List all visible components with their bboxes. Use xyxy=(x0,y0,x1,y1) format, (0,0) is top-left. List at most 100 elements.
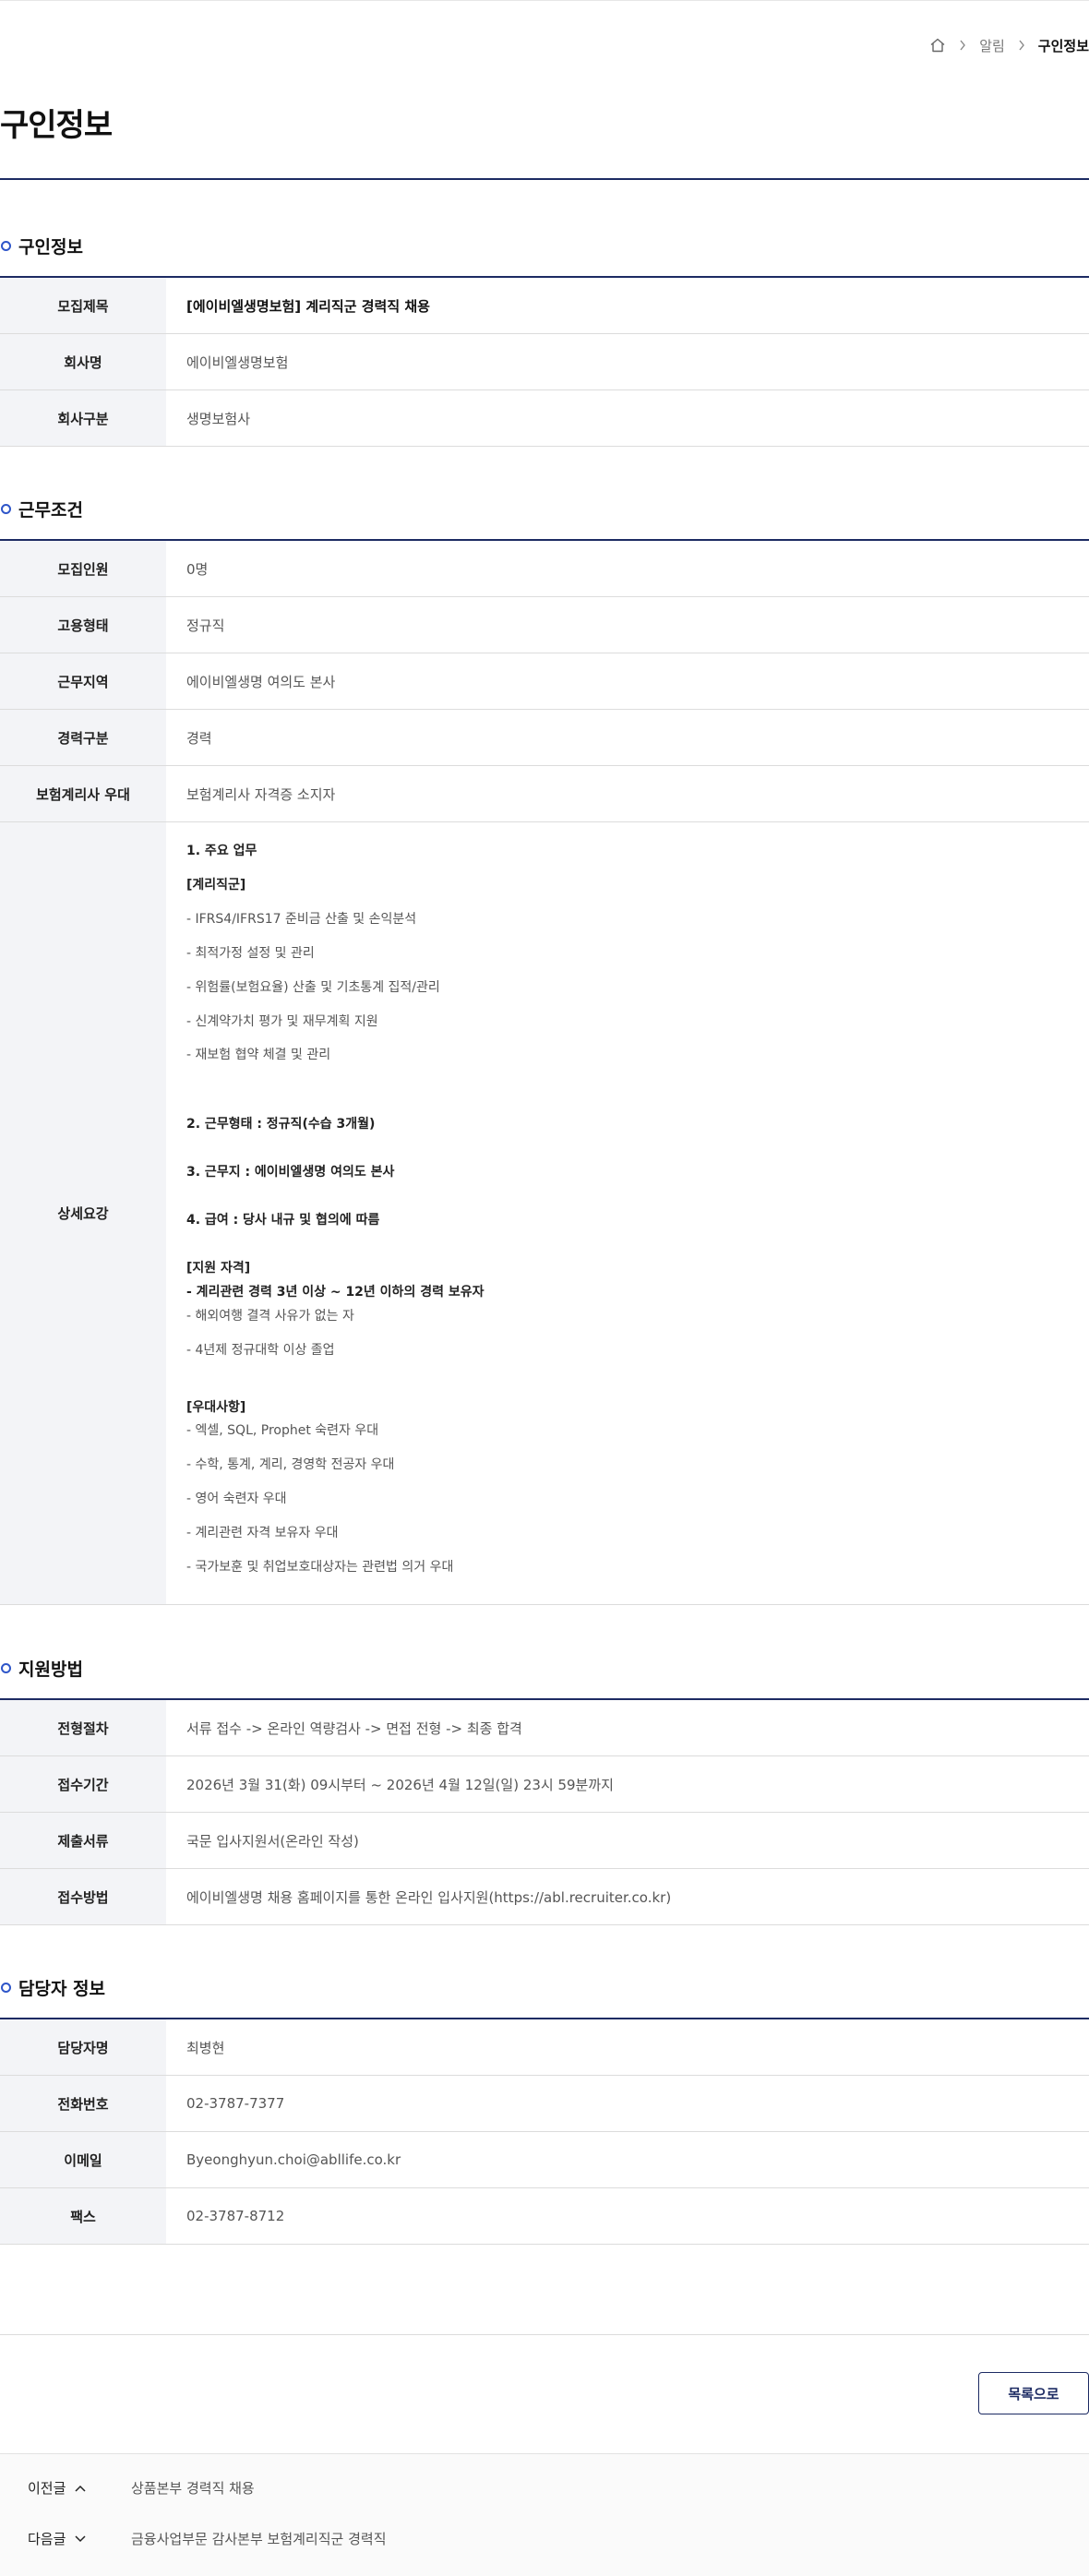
section-title: 근무조건 xyxy=(18,499,83,521)
row-value: 서류 접수 -> 온라인 역량검사 -> 면접 전형 -> 최종 합격 xyxy=(186,1719,522,1737)
job-info-section: 구인정보 모집제목 [에이비엘생명보험] 계리직군 경력직 채용 회사명 에이비… xyxy=(0,231,1089,447)
detail-line: - 신계약가치 평가 및 재무계획 지원 xyxy=(186,1013,378,1029)
section-title: 구인정보 xyxy=(18,236,83,258)
footer-divider xyxy=(0,2334,1089,2335)
chevron-right-icon xyxy=(1016,39,1027,52)
bullet-icon xyxy=(1,1662,11,1673)
detail-line: 2. 근무형태 : 정규직(수습 3개월) xyxy=(186,1117,376,1132)
chevron-right-icon xyxy=(957,39,968,52)
row-label: 제출서류 xyxy=(0,1813,166,1868)
row-label: 회사구분 xyxy=(0,390,166,446)
prev-post-title[interactable]: 상품본부 경력직 채용 xyxy=(131,2478,255,2498)
section-title: 지원방법 xyxy=(18,1659,83,1680)
row-value: 에이비엘생명 채용 홈페이지를 통한 온라인 입사지원(https://abl.… xyxy=(186,1888,672,1906)
detail-line: - 최적가정 설정 및 관리 xyxy=(186,945,315,961)
chevron-up-icon xyxy=(75,2479,86,2496)
table-row: 회사명 에이비엘생명보험 xyxy=(0,334,1089,390)
detail-line: 3. 근무지 : 에이비엘생명 여의도 본사 xyxy=(186,1165,395,1180)
detail-line: - 수학, 통계, 계리, 경영학 전공자 우대 xyxy=(186,1457,395,1473)
row-label: 전화번호 xyxy=(0,2076,166,2131)
row-value: [에이비엘생명보험] 계리직군 경력직 채용 xyxy=(186,297,430,315)
table-row: 모집제목 [에이비엘생명보험] 계리직군 경력직 채용 xyxy=(0,278,1089,334)
breadcrumb-item-current: 구인정보 xyxy=(1037,37,1089,54)
prev-post-label: 이전글 xyxy=(28,2478,86,2498)
post-navigation: 이전글 상품본부 경력직 채용 다음글 금융사업부문 감사본부 보험계리직군 경… xyxy=(0,2453,1089,2576)
table-row: 모집인원 0명 xyxy=(0,541,1089,597)
table-row: 고용형태 정규직 xyxy=(0,597,1089,653)
row-label: 접수기간 xyxy=(0,1756,166,1812)
detail-line: - 계리관련 자격 보유자 우대 xyxy=(186,1526,339,1541)
row-label: 모집제목 xyxy=(0,278,166,333)
table-row: 담당자명 최병현 xyxy=(0,2019,1089,2076)
table-row: 전화번호 02-3787-7377 xyxy=(0,2076,1089,2132)
row-label: 전형절차 xyxy=(0,1700,166,1755)
row-value: Byeonghyun.choi@abllife.co.kr xyxy=(186,2151,401,2168)
table-row: 팩스 02-3787-8712 xyxy=(0,2188,1089,2245)
table-row: 회사구분 생명보험사 xyxy=(0,390,1089,447)
detail-line: [우대사항] xyxy=(186,1399,246,1415)
home-icon[interactable] xyxy=(929,37,946,54)
row-value: 보험계리사 자격증 소지자 xyxy=(186,785,336,803)
contact-table: 담당자명 최병현 전화번호 02-3787-7377 이메일 Byeonghyu… xyxy=(0,2018,1089,2245)
row-label: 보험계리사 우대 xyxy=(0,766,166,821)
apply-table: 전형절차 서류 접수 -> 온라인 역량검사 -> 면접 전형 -> 최종 합격… xyxy=(0,1698,1089,1925)
detail-line: [지원 자격] xyxy=(186,1260,251,1276)
table-row: 근무지역 에이비엘생명 여의도 본사 xyxy=(0,653,1089,710)
row-value: 경력 xyxy=(186,729,212,747)
detail-line: - 재보험 협약 체결 및 관리 xyxy=(186,1048,331,1063)
job-info-table: 모집제목 [에이비엘생명보험] 계리직군 경력직 채용 회사명 에이비엘생명보험… xyxy=(0,276,1089,447)
detail-content: 1. 주요 업무 [계리직군] - IFRS4/IFRS17 준비금 산출 및 … xyxy=(166,822,1089,1604)
table-row: 접수방법 에이비엘생명 채용 홈페이지를 통한 온라인 입사지원(https:/… xyxy=(0,1869,1089,1925)
table-row: 이메일 Byeonghyun.choi@abllife.co.kr xyxy=(0,2132,1089,2188)
detail-line: - 해외여행 결격 사유가 없는 자 xyxy=(186,1308,354,1324)
row-value: 정규직 xyxy=(186,617,225,634)
row-value: 02-3787-7377 xyxy=(186,2095,285,2112)
back-to-list-button[interactable]: 목록으로 xyxy=(978,2372,1089,2414)
next-post-title[interactable]: 금융사업부문 감사본부 보험계리직군 경력직 xyxy=(131,2529,387,2548)
conditions-table: 모집인원 0명 고용형태 정규직 근무지역 에이비엘생명 여의도 본사 경력구분… xyxy=(0,539,1089,1605)
detail-line: 1. 주요 업무 xyxy=(186,844,257,858)
table-row: 보험계리사 우대 보험계리사 자격증 소지자 xyxy=(0,766,1089,822)
prev-post-row[interactable]: 이전글 상품본부 경력직 채용 xyxy=(0,2469,1089,2506)
detail-line: [계리직군] xyxy=(186,877,246,893)
row-value: 국문 입사지원서(온라인 작성) xyxy=(186,1832,359,1850)
row-label: 팩스 xyxy=(0,2188,166,2244)
prev-label-text: 이전글 xyxy=(28,2479,66,2497)
table-row: 전형절차 서류 접수 -> 온라인 역량검사 -> 면접 전형 -> 최종 합격 xyxy=(0,1700,1089,1756)
section-title: 담당자 정보 xyxy=(18,1978,106,1999)
detail-line: - 4년제 정규대학 이상 졸업 xyxy=(186,1342,335,1358)
row-label: 접수방법 xyxy=(0,1869,166,1924)
row-value: 최병현 xyxy=(186,2039,225,2056)
row-label: 이메일 xyxy=(0,2132,166,2187)
bullet-icon xyxy=(1,240,11,251)
row-value: 생명보험사 xyxy=(186,410,251,427)
section-heading: 담당자 정보 xyxy=(0,1972,1089,2002)
apply-section: 지원방법 전형절차 서류 접수 -> 온라인 역량검사 -> 면접 전형 -> … xyxy=(0,1653,1089,1925)
table-row: 제출서류 국문 입사지원서(온라인 작성) xyxy=(0,1813,1089,1869)
section-heading: 근무조건 xyxy=(0,494,1089,523)
next-post-row[interactable]: 다음글 금융사업부문 감사본부 보험계리직군 경력직 xyxy=(0,2520,1089,2557)
row-label: 상세요강 xyxy=(0,822,166,1604)
section-heading: 지원방법 xyxy=(0,1653,1089,1683)
row-label: 회사명 xyxy=(0,334,166,389)
table-row-detail: 상세요강 1. 주요 업무 [계리직군] - IFRS4/IFRS17 준비금 … xyxy=(0,822,1089,1605)
breadcrumb-item-notice[interactable]: 알림 xyxy=(979,36,1005,55)
top-divider xyxy=(0,0,1089,1)
row-value: 02-3787-8712 xyxy=(186,2208,285,2224)
contact-section: 담당자 정보 담당자명 최병현 전화번호 02-3787-7377 이메일 By… xyxy=(0,1972,1089,2245)
row-label: 경력구분 xyxy=(0,710,166,765)
breadcrumb: 알림 구인정보 xyxy=(929,33,1089,57)
section-heading: 구인정보 xyxy=(0,231,1089,260)
detail-line: - 엑셀, SQL, Prophet 숙련자 우대 xyxy=(186,1423,379,1439)
row-value: 2026년 3월 31(화) 09시부터 ~ 2026년 4월 12일(일) 2… xyxy=(186,1776,614,1793)
detail-line: - 계리관련 경력 3년 이상 ~ 12년 이하의 경력 보유자 xyxy=(186,1284,485,1300)
detail-line: - 영어 숙련자 우대 xyxy=(186,1492,287,1507)
conditions-section: 근무조건 모집인원 0명 고용형태 정규직 근무지역 에이비엘생명 여의도 본사… xyxy=(0,494,1089,1605)
detail-line: - 국가보훈 및 취업보호대상자는 관련법 의거 우대 xyxy=(186,1560,454,1576)
detail-line: - IFRS4/IFRS17 준비금 산출 및 손익분석 xyxy=(186,911,417,927)
row-value: 에이비엘생명 여의도 본사 xyxy=(186,673,336,690)
table-row: 경력구분 경력 xyxy=(0,710,1089,766)
row-label: 모집인원 xyxy=(0,541,166,596)
page-title: 구인정보 xyxy=(0,107,113,144)
chevron-down-icon xyxy=(75,2530,86,2546)
